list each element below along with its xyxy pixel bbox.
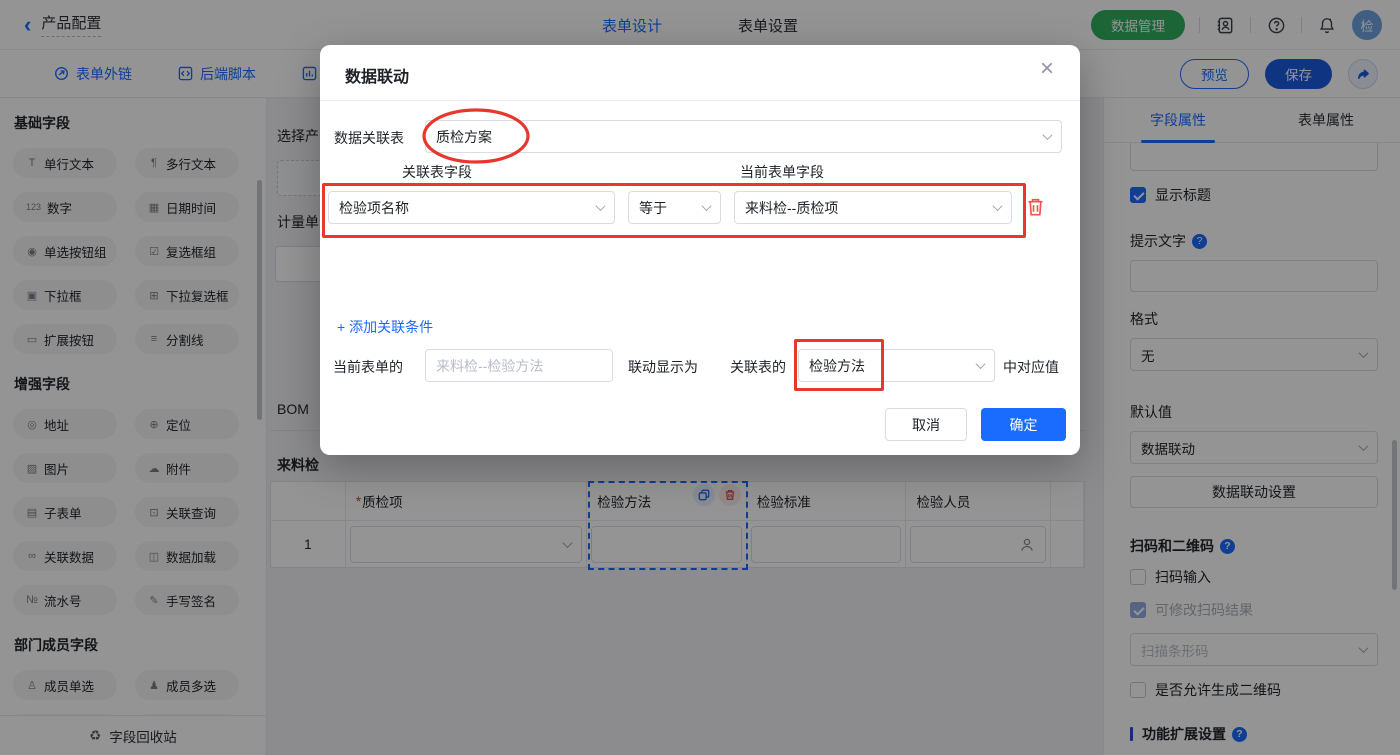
column-header-right: 当前表单字段 <box>740 164 824 180</box>
delete-condition-button[interactable] <box>1026 197 1045 217</box>
chevron-down-icon <box>975 359 986 370</box>
chevron-down-icon <box>595 201 606 212</box>
current-form-field-input[interactable]: 来料检--检验方法 <box>425 349 613 382</box>
relation-table-select[interactable]: 质检方案 <box>425 120 1062 153</box>
cancel-button[interactable]: 取消 <box>885 408 967 441</box>
form-designer-app: ‹ 产品配置 表单设计 表单设置 数据管理 检 表单外链 后端脚本 预览 保存 … <box>0 0 1400 755</box>
chevron-down-icon <box>1042 130 1053 141</box>
corresponding-value-label: 中对应值 <box>1003 359 1059 375</box>
chevron-down-icon <box>701 201 712 212</box>
add-condition-link[interactable]: + 添加关联条件 <box>337 317 433 337</box>
condition-form-field-select[interactable]: 来料检--质检项 <box>734 191 1012 224</box>
trash-icon <box>1028 198 1043 216</box>
data-linkage-modal: 数据联动 × 数据关联表 质检方案 关联表字段 当前表单字段 检验项名称 等于 … <box>320 45 1080 455</box>
close-icon[interactable]: × <box>1040 57 1054 81</box>
condition-operator-select[interactable]: 等于 <box>628 191 721 224</box>
relation-of-label: 关联表的 <box>730 359 786 375</box>
relation-table-label: 数据关联表 <box>334 130 404 146</box>
current-form-label: 当前表单的 <box>333 359 403 375</box>
chevron-down-icon <box>992 201 1003 212</box>
confirm-button[interactable]: 确定 <box>981 408 1066 441</box>
display-as-label: 联动显示为 <box>628 359 698 375</box>
divider <box>320 100 1080 101</box>
condition-field-select[interactable]: 检验项名称 <box>328 191 615 224</box>
relation-field-select[interactable]: 检验方法 <box>798 349 995 382</box>
column-header-left: 关联表字段 <box>402 164 472 180</box>
modal-title: 数据联动 <box>345 69 410 86</box>
